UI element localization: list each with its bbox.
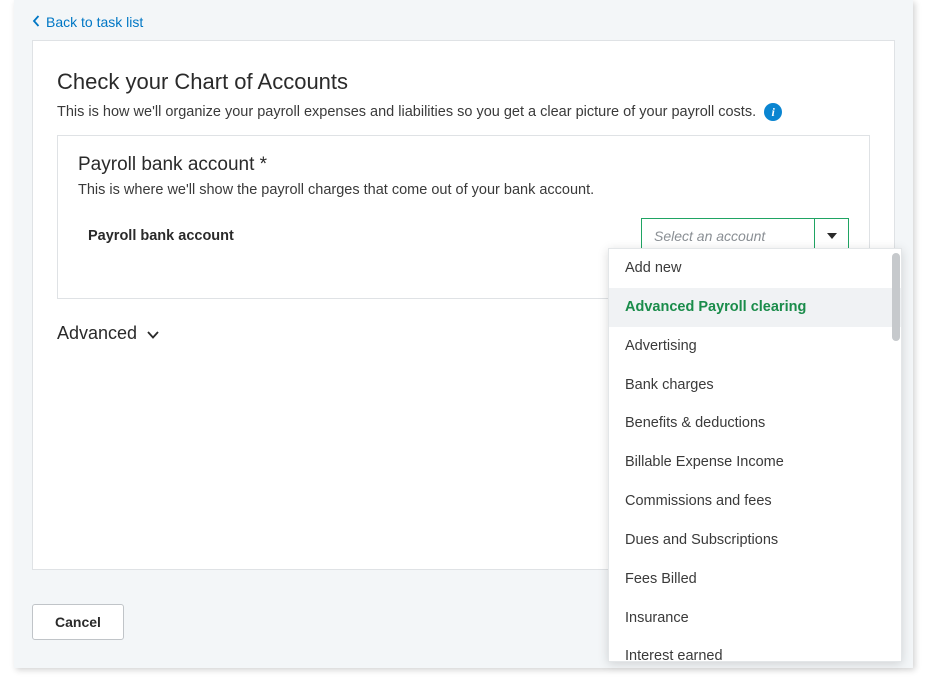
- select-placeholder-text: Select an account: [642, 228, 814, 244]
- back-link-label: Back to task list: [46, 14, 143, 30]
- dropdown-option[interactable]: Bank charges: [609, 366, 901, 405]
- section-description: This is where we'll show the payroll cha…: [78, 182, 849, 198]
- dropdown-scrollbar[interactable]: [892, 253, 900, 341]
- advanced-toggle[interactable]: Advanced: [57, 323, 159, 344]
- dropdown-option[interactable]: Advertising: [609, 327, 901, 366]
- dropdown-option[interactable]: Billable Expense Income: [609, 443, 901, 482]
- back-to-task-list-link[interactable]: Back to task list: [14, 0, 161, 40]
- dropdown-option[interactable]: Commissions and fees: [609, 482, 901, 521]
- info-icon[interactable]: i: [764, 103, 782, 121]
- page-subtitle-row: This is how we'll organize your payroll …: [57, 103, 870, 121]
- cancel-button[interactable]: Cancel: [32, 604, 124, 640]
- dropdown-option[interactable]: Add new: [609, 249, 901, 288]
- dropdown-option[interactable]: Benefits & deductions: [609, 404, 901, 443]
- dropdown-option[interactable]: Advanced Payroll clearing: [609, 288, 901, 327]
- chevron-left-icon: [32, 14, 40, 30]
- chevron-down-icon: [147, 323, 159, 344]
- advanced-label: Advanced: [57, 323, 137, 344]
- page-subtitle-text: This is how we'll organize your payroll …: [57, 104, 756, 120]
- dropdown-option[interactable]: Fees Billed: [609, 560, 901, 599]
- page-title: Check your Chart of Accounts: [57, 69, 870, 95]
- dropdown-option[interactable]: Insurance: [609, 599, 901, 638]
- section-title: Payroll bank account *: [78, 154, 849, 176]
- dropdown-option[interactable]: Interest earned: [609, 637, 901, 661]
- payroll-bank-account-label: Payroll bank account: [88, 228, 234, 244]
- account-dropdown-menu: Add newAdvanced Payroll clearingAdvertis…: [608, 248, 902, 662]
- dropdown-option[interactable]: Dues and Subscriptions: [609, 521, 901, 560]
